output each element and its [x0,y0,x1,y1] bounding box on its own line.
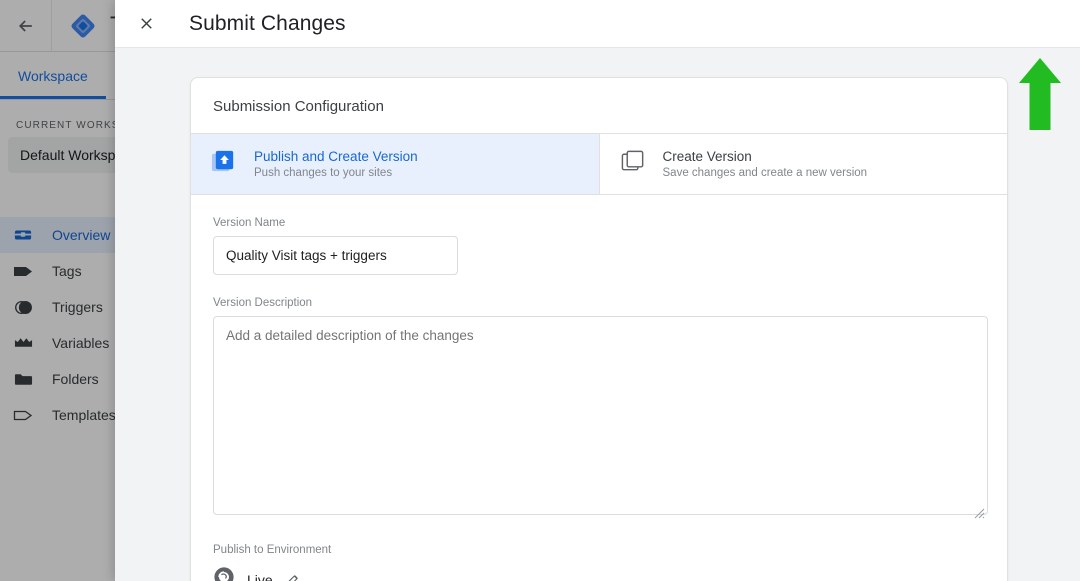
card-title: Submission Configuration [213,98,384,115]
dialog-body: Submission Configuration Publish and Cre… [115,48,1080,581]
option-create-version[interactable]: Create Version Save changes and create a… [598,134,1008,194]
option-subtitle: Save changes and create a new version [662,167,868,179]
version-description-wrapper [213,316,988,520]
submission-option-row: Publish and Create Version Push changes … [191,133,1007,195]
option-subtitle: Push changes to your sites [254,167,393,179]
pencil-icon[interactable] [285,572,301,581]
dialog-header: Submit Changes [115,0,1080,48]
version-name-label: Version Name [213,217,286,229]
dialog-title: Submit Changes [189,11,346,35]
copy-version-icon [620,148,647,180]
close-icon[interactable] [133,11,159,37]
option-title: Publish and Create Version [254,149,418,164]
publish-to-environment-label: Publish to Environment [213,544,332,556]
option-publish-and-create-version[interactable]: Publish and Create Version Push changes … [191,134,599,194]
version-name-input[interactable] [213,236,458,275]
submit-changes-dialog: Submit Changes Submission Configuration [115,0,1080,581]
version-form: Version Name Version Description Publish… [191,195,1007,581]
version-description-textarea[interactable] [213,316,988,515]
globe-icon [213,566,235,581]
green-up-arrow-annotation [1018,58,1062,130]
submission-configuration-card: Submission Configuration Publish and Cre… [190,77,1008,581]
screen-root: Tag Publish Workspace CURRENT WORKSPACE … [0,0,1080,581]
option-title: Create Version [662,149,752,164]
version-description-label: Version Description [213,297,313,309]
publish-version-icon [211,148,238,180]
environment-name: Live [247,571,273,581]
environment-row: Live [213,566,985,581]
